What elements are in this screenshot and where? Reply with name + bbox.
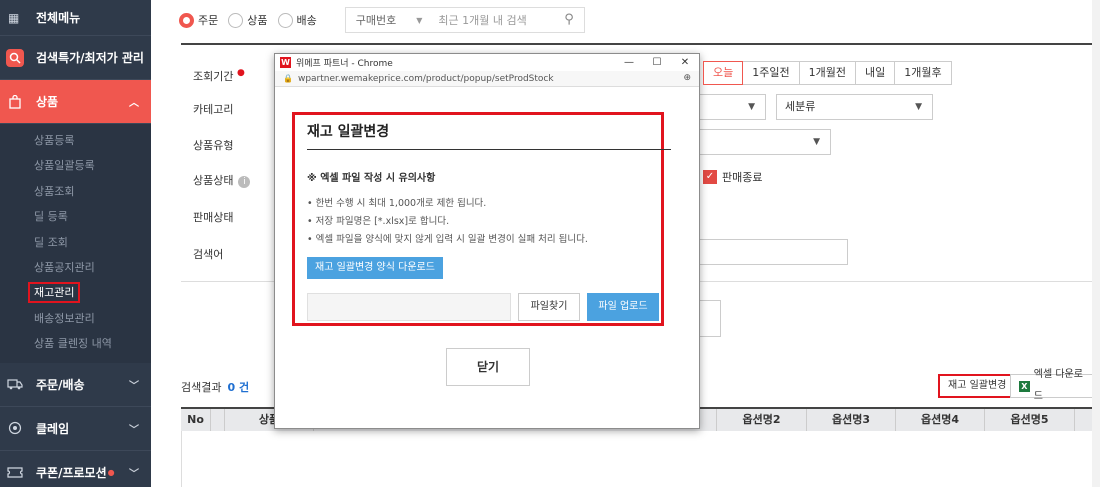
close-icon[interactable]: ✕ [671,54,699,71]
check-icon: ✓ [703,170,717,184]
ticket-icon [6,463,24,481]
radio-delivery[interactable]: 배송 [277,12,317,28]
sidebar-item-product[interactable]: 상품 ︿ [0,80,151,124]
checkbox-sale-ended[interactable]: ✓ 판매종료 [703,169,762,185]
period-month-button[interactable]: 1개월전 [798,61,856,85]
table-body [181,431,1093,487]
sidebar-sub-item[interactable]: 딜 등록 [0,204,151,229]
chevron-down-icon: ﹀ [129,380,139,392]
file-path-input[interactable] [307,293,511,321]
popup-content: 재고 일괄변경 ※ 엑셀 파일 작성 시 유의사항 • 한번 수행 시 최대 1… [292,112,671,326]
caret-down-icon: ▼ [748,102,755,112]
sidebar-sub-item[interactable]: 배송정보관리 [0,306,151,331]
required-dot: ● [236,68,245,78]
stock-bulk-popup-window: W 위메프 파트너 - Chrome — ☐ ✕ 🔒 wpartner.wema… [274,53,700,429]
note-item: • 저장 파일명은 [*.xlsx]로 합니다. [307,216,450,227]
subcategory-select[interactable]: 세분류 ▼ [776,94,933,120]
popup-heading: 재고 일괄변경 [307,124,390,140]
grid-icon: ▦ [8,10,20,25]
caret-down-icon: ▼ [416,15,423,25]
product-submenu: 상품등록 상품일괄등록 상품조회 딜 등록 딜 조회 상품공지관리 재고관리 배… [0,124,151,363]
status-label: 상품상태 i [193,172,251,188]
sidebar-item-coupon[interactable]: 쿠폰/프로모션 ● ﹀ [0,451,151,487]
period-buttons: 오늘 1주일전 1개월전 내일 1개월후 [703,61,952,85]
period-tomorrow-button[interactable]: 내일 [854,61,896,85]
bag-icon [6,93,24,111]
upload-file-button[interactable]: 파일 업로드 [587,293,659,321]
column-header[interactable]: 옵션명4 [896,409,985,431]
period-today-button[interactable]: 오늘 [703,61,744,85]
maximize-icon[interactable]: ☐ [643,54,671,71]
keyword-input[interactable] [691,239,848,265]
divider [307,149,671,150]
lock-icon: 🔒 [283,74,293,83]
popup-titlebar[interactable]: W 위메프 파트너 - Chrome — ☐ ✕ [275,54,699,71]
column-header-more[interactable] [1075,409,1093,431]
divider [181,43,1093,45]
sidebar-sub-item[interactable]: 상품일괄등록 [0,153,151,178]
column-header-check[interactable] [211,409,225,431]
sidebar-sub-item-stock[interactable]: 재고관리 [0,280,151,305]
excel-icon: X [1019,380,1030,392]
sidebar: ▦ 전체메뉴 검색특가/최저가 관리 상품 ︿ 상품등록 상품일괄등록 상품조회… [0,0,151,487]
period-label: 조회기간 ● [193,68,245,83]
type-label: 상품유형 [193,139,234,152]
popup-address-bar[interactable]: 🔒 wpartner.wemakeprice.com/product/popup… [275,71,699,87]
sale-label: 판매상태 [193,211,234,224]
zoom-icon[interactable]: ⊕ [683,73,691,83]
template-download-button[interactable]: 재고 일괄변경 양식 다운로드 [307,257,443,279]
minimize-icon[interactable]: — [615,54,643,71]
category-select[interactable]: ▼ [691,94,766,120]
search-bar: 주문 상품 배송 구매번호 ▼ 최근 1개월 내 검색 ⚲ [151,0,1100,40]
column-header[interactable]: 옵션명2 [717,409,807,431]
type-select[interactable]: ▼ [691,129,831,155]
note-item: • 한번 수행 시 최대 1,000개로 제한 됩니다. [307,198,487,209]
sidebar-sub-item[interactable]: 상품 클렌징 내역 [0,331,151,356]
result-summary: 검색결과 0 건 [181,381,250,394]
wemakeprice-logo-icon: W [280,57,291,68]
chevron-up-icon: ︿ [129,98,139,109]
sidebar-sub-item[interactable]: 딜 조회 [0,230,151,255]
sidebar-sub-item[interactable]: 상품공지관리 [0,255,151,280]
result-count: 0 건 [227,381,250,394]
search-type-select[interactable]: 구매번호 [356,12,396,28]
note-title: ※ 엑셀 파일 작성 시 유의사항 [307,173,436,184]
column-header[interactable]: No [181,409,211,431]
search-icon[interactable]: ⚲ [564,12,574,27]
sidebar-sub-item[interactable]: 상품등록 [0,128,151,153]
column-header[interactable]: 옵션명3 [807,409,896,431]
page-scrollbar[interactable] [1092,0,1100,487]
search-box[interactable]: 구매번호 ▼ 최근 1개월 내 검색 ⚲ [344,7,585,33]
search-icon [6,48,24,67]
caret-down-icon: ▼ [813,137,820,147]
sidebar-item-search-price[interactable]: 검색특가/최저가 관리 [0,36,151,80]
close-button[interactable]: 닫기 [446,348,530,386]
bulk-stock-change-button[interactable]: 재고 일괄변경 [938,374,1017,398]
column-header[interactable]: 옵션명5 [985,409,1075,431]
info-icon[interactable]: i [238,176,251,188]
period-next-month-button[interactable]: 1개월후 [894,61,952,85]
new-dot: ● [107,467,115,477]
keyword-label: 검색어 [193,248,224,261]
period-week-button[interactable]: 1주일전 [742,61,800,85]
window-controls: — ☐ ✕ [615,54,699,71]
truck-icon [6,375,24,393]
note-item: • 엑셀 파일을 양식에 맞지 않게 입력 시 일괄 변경이 실패 처리 됩니다… [307,234,588,245]
sidebar-sub-item[interactable]: 상품조회 [0,179,151,204]
caret-down-icon: ▼ [915,102,922,112]
find-file-button[interactable]: 파일찾기 [518,293,580,321]
category-label: 카테고리 [193,103,234,116]
chevron-down-icon: ﹀ [129,424,139,436]
sidebar-item-claim[interactable]: 클레임 ﹀ [0,407,151,451]
headset-icon [6,419,24,437]
chevron-down-icon: ﹀ [129,468,139,480]
radio-order[interactable]: 주문 [179,12,218,28]
search-input[interactable]: 최근 1개월 내 검색 [438,12,526,28]
all-menu[interactable]: ▦ 전체메뉴 [0,0,151,36]
radio-product[interactable]: 상품 [228,12,268,28]
sidebar-item-order[interactable]: 주문/배송 ﹀ [0,363,151,407]
excel-download-button[interactable]: X 엑셀 다운로드 [1010,369,1100,402]
